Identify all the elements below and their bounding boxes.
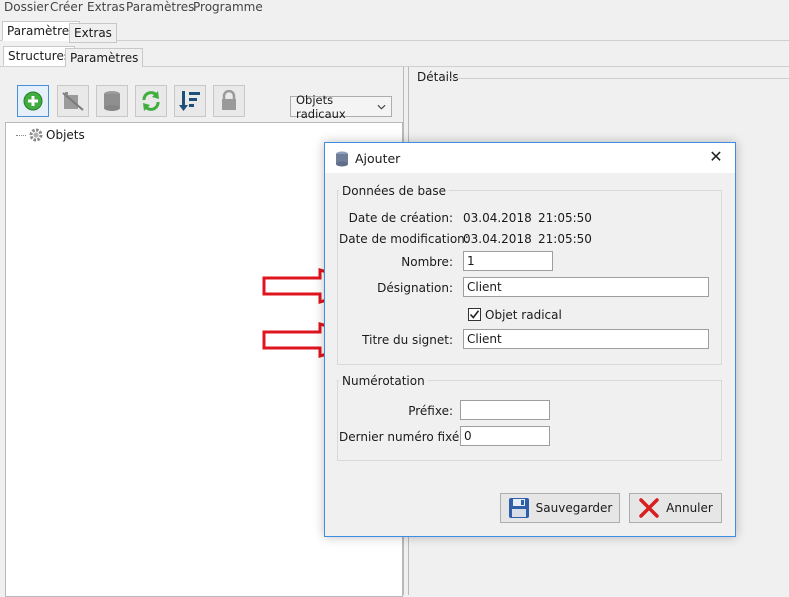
numbering-group xyxy=(337,380,722,461)
creation-time-value: 21:05:50 xyxy=(538,211,592,225)
designation-input[interactable]: Client xyxy=(463,277,709,297)
prefix-input[interactable] xyxy=(460,400,550,420)
refresh-button[interactable] xyxy=(135,85,167,117)
cancel-button[interactable]: Annuler xyxy=(629,493,722,523)
chevron-down-icon xyxy=(377,104,386,110)
sort-icon xyxy=(179,91,200,111)
menu-extras[interactable]: Extras xyxy=(87,0,125,14)
creation-date-label: Date de création: xyxy=(348,211,453,225)
save-button[interactable]: Sauvegarder xyxy=(500,493,620,523)
lock-button[interactable] xyxy=(213,85,245,117)
modification-date-label: Date de modification: xyxy=(339,232,469,246)
dropdown-value: Objets radicaux xyxy=(296,92,346,121)
add-dialog: Ajouter ✕ Données de base Date de créati… xyxy=(324,142,736,537)
top-tab-bar: Paramètres Extras xyxy=(0,20,789,43)
number-input[interactable]: 1 xyxy=(463,251,553,271)
cancel-button-label: Annuler xyxy=(666,501,713,515)
numbering-group-label: Numérotation xyxy=(339,374,428,388)
lock-icon xyxy=(222,90,236,110)
bookmark-title-input[interactable]: Client xyxy=(463,329,709,349)
menu-bar: Dossier Créer Extras Paramètres Programm… xyxy=(0,0,789,17)
modification-time-value: 21:05:50 xyxy=(538,232,592,246)
add-button[interactable] xyxy=(17,85,49,117)
number-label: Nombre: xyxy=(401,255,453,269)
refresh-icon xyxy=(142,91,160,111)
menu-creer[interactable]: Créer xyxy=(50,0,83,14)
last-number-input[interactable]: 0 xyxy=(460,426,550,446)
dialog-title-bar: Ajouter ✕ xyxy=(325,143,735,173)
database-button[interactable] xyxy=(96,85,128,117)
red-cross-icon xyxy=(639,498,659,518)
basic-data-group-label: Données de base xyxy=(339,184,450,198)
gear-icon xyxy=(29,128,43,142)
save-button-label: Sauvegarder xyxy=(535,501,613,515)
database-icon xyxy=(336,151,348,167)
add-icon xyxy=(23,91,43,111)
sub-tab-bar: Structures Paramètres xyxy=(0,45,789,68)
delete-button[interactable] xyxy=(57,85,89,117)
creation-date-value: 03.04.2018 xyxy=(463,211,532,225)
tab-parametres-sub[interactable]: Paramètres xyxy=(65,48,144,68)
menu-programme[interactable]: Programme xyxy=(193,0,263,14)
database-icon xyxy=(104,91,120,111)
object-type-dropdown[interactable]: Objets radicaux xyxy=(290,93,392,121)
tree-node-label: Objets xyxy=(46,128,85,142)
modification-date-value: 03.04.2018 xyxy=(463,232,532,246)
bookmark-title-label: Titre du signet: xyxy=(362,333,453,347)
menu-parametres[interactable]: Paramètres xyxy=(126,0,194,14)
close-icon: ✕ xyxy=(709,147,723,166)
checkmark-icon xyxy=(469,310,480,319)
menu-dossier[interactable]: Dossier xyxy=(4,0,49,14)
floppy-disk-icon xyxy=(508,498,529,518)
radical-checkbox[interactable] xyxy=(468,308,481,321)
designation-label: Désignation: xyxy=(377,281,453,295)
radical-checkbox-label: Objet radical xyxy=(485,308,562,322)
close-button[interactable]: ✕ xyxy=(707,148,725,166)
tree-connector xyxy=(16,134,26,136)
details-divider xyxy=(449,78,789,79)
details-label: Détails xyxy=(417,70,459,84)
last-number-label: Dernier numéro fixé: xyxy=(339,430,464,444)
prefix-label: Préfixe: xyxy=(408,404,453,418)
tab-extras[interactable]: Extras xyxy=(69,23,117,43)
dialog-title: Ajouter xyxy=(355,151,401,166)
sort-button[interactable] xyxy=(174,85,206,117)
delete-icon xyxy=(62,92,84,111)
tree-node-objets[interactable]: Objets xyxy=(16,127,85,143)
